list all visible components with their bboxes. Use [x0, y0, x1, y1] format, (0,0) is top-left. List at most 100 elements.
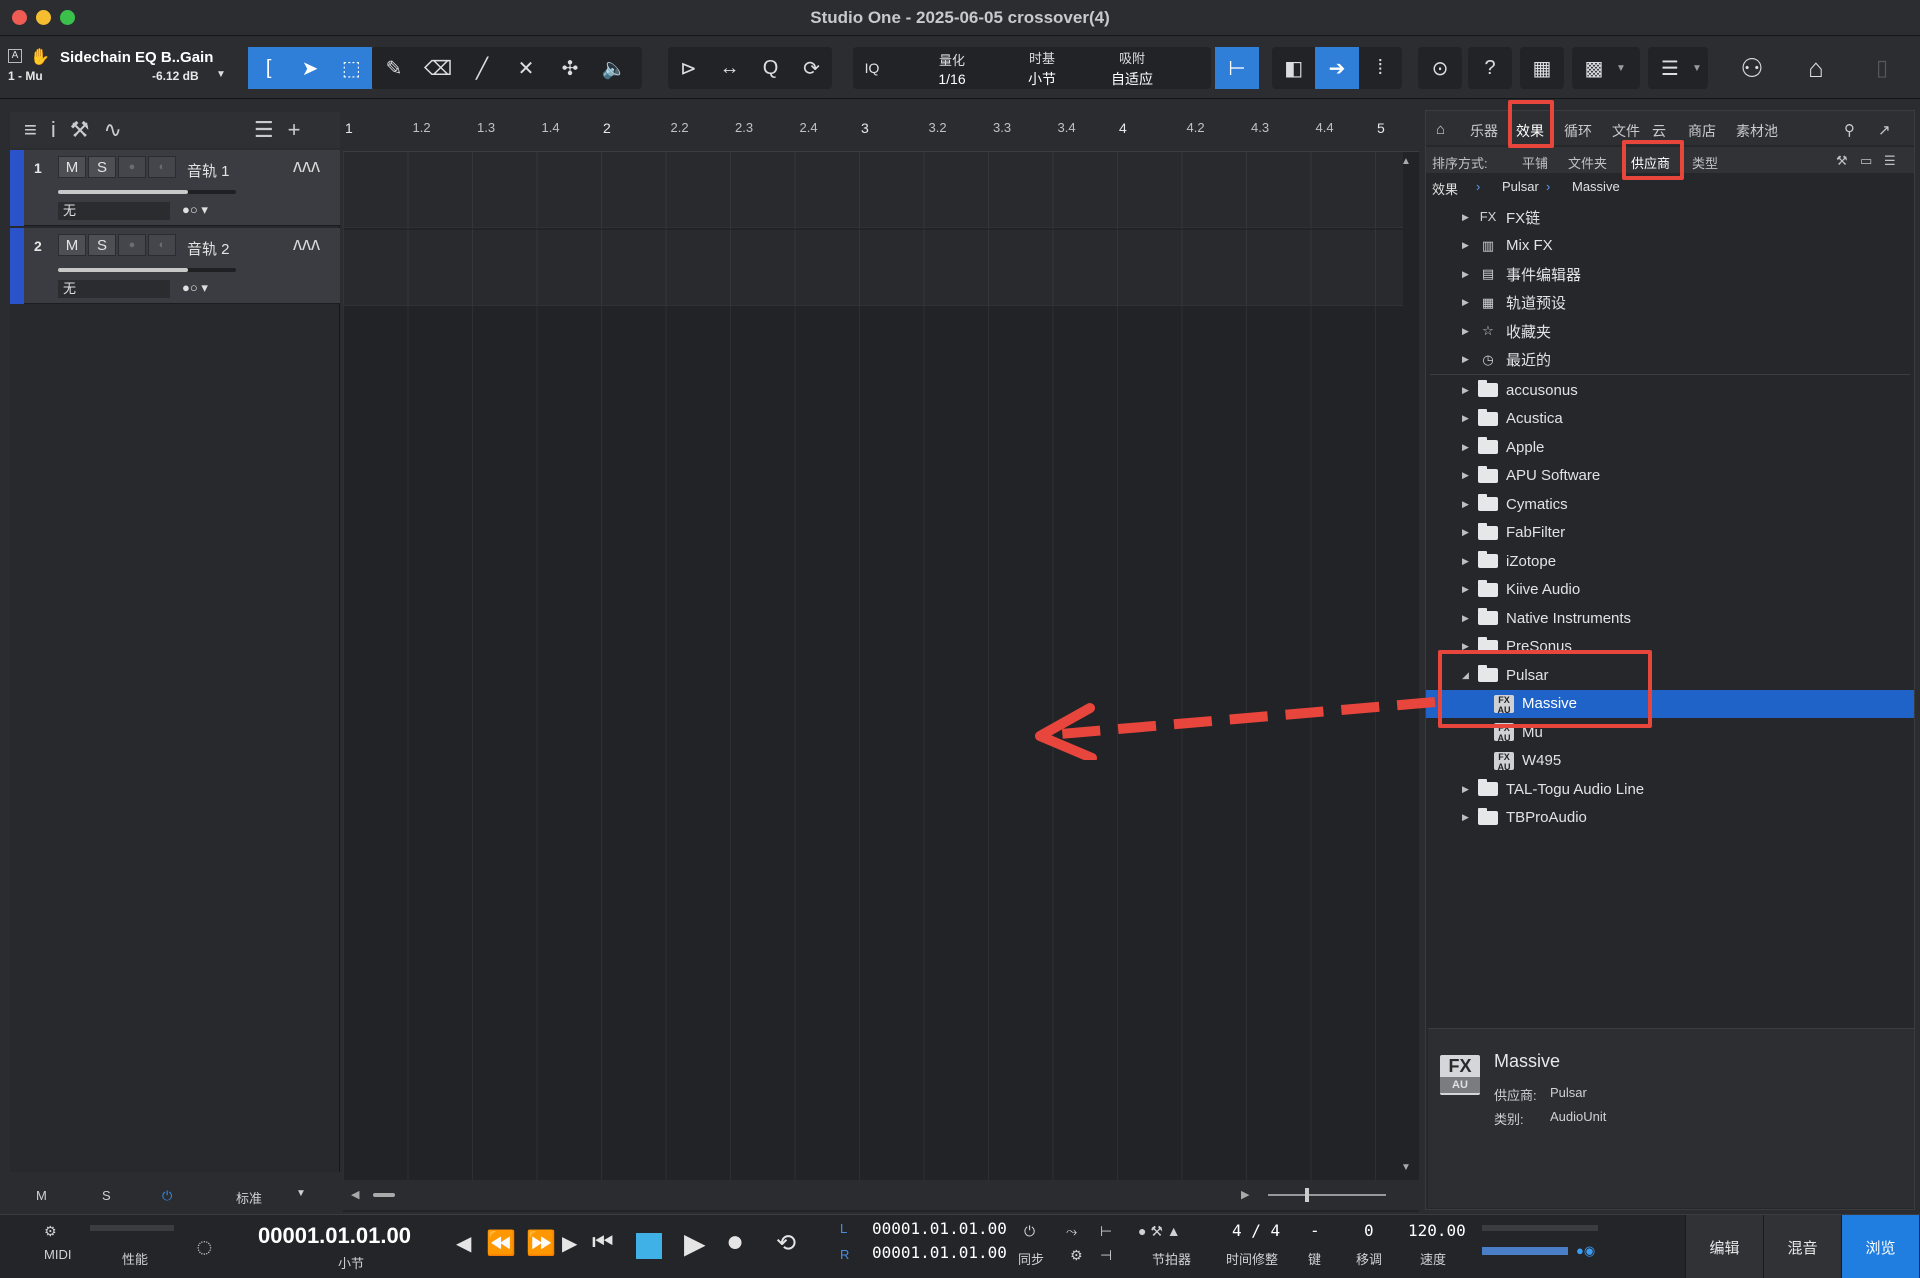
sort-vendor[interactable]: 供应商 [1631, 153, 1670, 172]
paint-tool-icon[interactable]: ╱ [460, 47, 504, 89]
tree-item-vendor[interactable]: ▶ PreSonus [1426, 633, 1914, 661]
stretch-tool-icon[interactable]: ↔ [709, 47, 750, 89]
sort-type[interactable]: 类型 [1692, 153, 1718, 172]
tree-item-vendor[interactable]: ▶ Acustica [1426, 405, 1914, 433]
rewind-start-icon[interactable]: ◀ [456, 1231, 471, 1256]
loop-start-time[interactable]: 00001.01.01.00 [872, 1219, 1007, 1238]
tree-item-event-editor[interactable]: ▶ ▤ 事件编辑器 [1426, 260, 1914, 288]
close-window-button[interactable] [12, 10, 27, 25]
loop-button[interactable]: ⟲ [776, 1229, 796, 1258]
quantize-select[interactable]: 量化 1/16 [907, 50, 997, 87]
time-signature[interactable]: 4 / 4 [1232, 1221, 1280, 1240]
expand-right-icon[interactable]: ▶ [1462, 354, 1469, 365]
tree-item-mix-fx[interactable]: ▶ ▥ Mix FX [1426, 232, 1914, 260]
expand-right-icon[interactable]: ▶ [1462, 297, 1469, 308]
layout-button[interactable]: ☰ ▼ [1648, 47, 1708, 89]
wrench-icon[interactable]: ⚒ [1836, 153, 1848, 169]
expand-right-icon[interactable]: ▶ [1462, 584, 1469, 595]
volume-slider[interactable] [58, 190, 236, 194]
solo-button[interactable]: S [88, 234, 116, 256]
tab-pool[interactable]: 素材池 [1736, 121, 1778, 141]
range-bracket-tool[interactable]: [ [248, 47, 290, 89]
loop-tool-icon[interactable]: ⟳ [791, 47, 832, 89]
tree-item-plugin[interactable]: FX AU Mu [1426, 718, 1914, 746]
tree-item-recent[interactable]: ▶ ◷ 最近的 [1426, 346, 1914, 374]
breadcrumb-massive[interactable]: Massive [1572, 179, 1620, 194]
global-mute-button[interactable]: M [36, 1188, 47, 1203]
expand-down-icon[interactable]: ◢ [1462, 670, 1469, 681]
tree-item-plugin[interactable]: FX AU W495 [1426, 747, 1914, 775]
forward-end-icon[interactable]: ▶ [562, 1231, 577, 1256]
tab-effects[interactable]: 效果 [1516, 121, 1544, 141]
snap-toggle[interactable]: ⊢ [1215, 47, 1259, 89]
pencil-tool-icon[interactable]: ✎ [372, 47, 416, 89]
arrow-tool-icon[interactable]: ➤ [289, 47, 331, 89]
mix-page-button[interactable]: 混音 [1763, 1215, 1841, 1278]
timebase-select[interactable]: 时基 小节 [997, 48, 1087, 89]
view-toggle-icon[interactable]: ▭ [1860, 153, 1872, 169]
expand-right-icon[interactable]: ▶ [1462, 784, 1469, 795]
track-list-icon[interactable]: ☰ [254, 117, 274, 143]
help-button[interactable]: ? [1468, 47, 1512, 89]
tree-item-vendor[interactable]: ▶ TAL-Togu Audio Line [1426, 775, 1914, 803]
toggle-icon[interactable]: ●○ ▾ [182, 280, 208, 296]
info-icon[interactable]: i [51, 117, 56, 143]
settings-icon[interactable]: ⚙ [1070, 1247, 1083, 1264]
split-tool-icon[interactable]: ✣ [548, 47, 592, 89]
record-button[interactable]: ● [726, 1225, 744, 1259]
tree-item-vendor[interactable]: ▶ iZotope [1426, 547, 1914, 575]
output-toggle-icon[interactable]: ●◉ [1576, 1243, 1595, 1259]
tree-item-vendor[interactable]: ▶ TBProAudio [1426, 804, 1914, 832]
expand-right-icon[interactable]: ▶ [1462, 212, 1469, 223]
track-name[interactable]: 音轨 2 [187, 238, 230, 259]
loop-end-time[interactable]: 00001.01.01.00 [872, 1243, 1007, 1262]
stop-button[interactable] [636, 1233, 662, 1259]
tree-item-vendor[interactable]: ▶ Cymatics [1426, 490, 1914, 518]
zoom-slider-thumb[interactable] [1305, 1188, 1309, 1202]
snap-select[interactable]: 吸附 自适应 [1087, 48, 1177, 89]
edit-page-button[interactable]: 编辑 [1685, 1215, 1763, 1278]
expand-right-icon[interactable]: ▶ [1462, 556, 1469, 567]
automation-curve-icon[interactable]: ∿ [103, 117, 121, 143]
tempo-value[interactable]: 120.00 [1408, 1221, 1466, 1240]
play-button[interactable]: ▶ [684, 1227, 706, 1260]
power-icon[interactable]: ⏻ [162, 1188, 172, 1204]
tab-cloud[interactable]: 云 [1652, 121, 1666, 141]
expand-right-icon[interactable]: ▶ [1462, 413, 1469, 424]
zoom-tool-icon[interactable]: Q [750, 47, 791, 89]
tree-item-vendor[interactable]: ▶ Kiive Audio [1426, 576, 1914, 604]
tree-item-vendor[interactable]: ▶ FabFilter [1426, 519, 1914, 547]
eraser-tool-icon[interactable]: ⌫ [416, 47, 460, 89]
video-button[interactable]: ▦ [1520, 47, 1564, 89]
scroll-left-icon[interactable]: ◀ [351, 1188, 359, 1201]
transpose-value[interactable]: 0 [1364, 1221, 1374, 1240]
arrangement-view[interactable]: 1 1.2 1.3 1.4 2 2.2 2.3 2.4 3 3.2 3.3 3.4 4 4.2 4.3 4.4… [343, 112, 1419, 1212]
position-unit[interactable]: 小节 [338, 1253, 364, 1272]
grid-view-button[interactable]: ▩ ▼ [1572, 47, 1640, 89]
mute-button[interactable]: M [58, 156, 86, 178]
expand-right-icon[interactable]: ▶ [1462, 527, 1469, 538]
record-panel-button[interactable]: ⊙ [1418, 47, 1462, 89]
track-row[interactable]: 1 M S ● ◐ 音轨 1 ᴧᴧᴧ 无 ●○ ▾ [10, 150, 340, 226]
record-arm-icon[interactable]: ● [118, 234, 146, 256]
split-view-icon[interactable]: ⁞ [1359, 47, 1402, 89]
track-lanes[interactable] [343, 152, 1403, 1182]
input-select[interactable]: 无 [58, 202, 170, 220]
tempo-curve-icon[interactable]: ⤳ [1066, 1223, 1077, 1240]
record-arm-icon[interactable]: ● [118, 156, 146, 178]
expand-right-icon[interactable]: ▶ [1462, 812, 1469, 823]
monitor-icon[interactable]: ◐ [148, 234, 176, 256]
expand-icon[interactable]: ↗ [1878, 121, 1891, 139]
monitor-icon[interactable]: ◐ [148, 156, 176, 178]
metronome-dot-icon[interactable]: ● ⚒ ▲ [1138, 1223, 1181, 1240]
expand-right-icon[interactable]: ▶ [1462, 641, 1469, 652]
minimize-window-button[interactable] [36, 10, 51, 25]
volume-slider[interactable] [58, 268, 236, 272]
expand-right-icon[interactable]: ▶ [1462, 385, 1469, 396]
tree-item-vendor[interactable]: ▶ accusonus [1426, 376, 1914, 404]
maximize-window-button[interactable] [60, 10, 75, 25]
track-info[interactable]: A ✋ Sidechain EQ B..Gain 1 - Mu -6.12 dB… [6, 47, 228, 89]
scroll-right-icon[interactable]: ▶ [1241, 1188, 1249, 1201]
tab-store[interactable]: 商店 [1688, 121, 1716, 141]
punch-icon[interactable]: ⊢ [1100, 1223, 1112, 1240]
